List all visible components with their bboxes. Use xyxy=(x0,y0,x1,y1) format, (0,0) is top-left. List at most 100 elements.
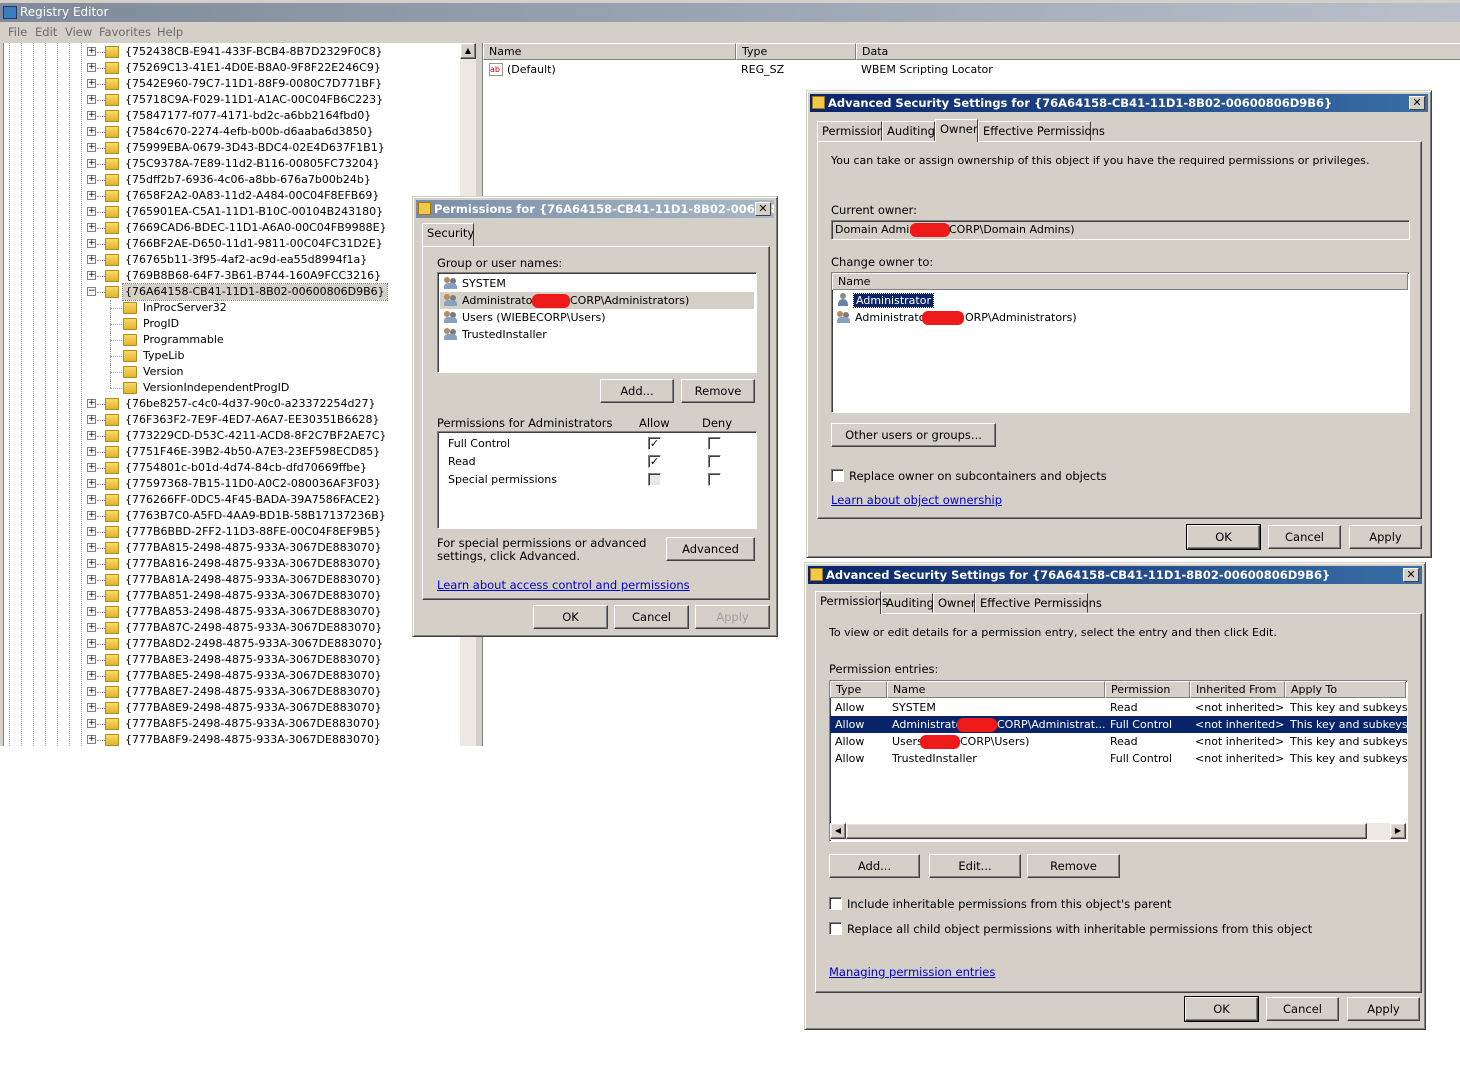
tab-permissions[interactable]: Permissions xyxy=(817,121,890,141)
owner-candidate[interactable]: Administrators ORP\Administrators) xyxy=(837,310,1397,326)
expand-icon[interactable]: + xyxy=(87,127,96,136)
tree-item[interactable]: + {773229CD-D53C-4211-ACD8-8F2C7BF2AE7C} xyxy=(4,428,454,444)
expand-icon[interactable]: + xyxy=(87,687,96,696)
owner-title-bar[interactable]: Advanced Security Settings for {76A64158… xyxy=(810,94,1428,112)
learn-access-control-link[interactable]: Learn about access control and permissio… xyxy=(437,578,690,592)
add-button[interactable]: Add... xyxy=(600,379,674,403)
deny-checkbox[interactable] xyxy=(708,437,721,450)
tab-permissions[interactable]: Permissions xyxy=(815,591,888,614)
deny-checkbox[interactable] xyxy=(708,455,721,468)
expand-icon[interactable]: + xyxy=(87,655,96,664)
allow-checkbox[interactable]: ✓ xyxy=(648,455,661,468)
expand-icon[interactable]: + xyxy=(87,463,96,472)
tab-auditing[interactable]: Auditing xyxy=(882,121,935,141)
replace-owner-checkbox[interactable] xyxy=(831,469,844,482)
tree-item[interactable]: + {7542E960-79C7-11D1-88F9-0080C7D771BF} xyxy=(4,76,454,92)
apply-button[interactable]: Apply xyxy=(695,605,770,629)
tree-item[interactable]: + {777BA851-2498-4875-933A-3067DE883070} xyxy=(4,588,454,604)
expand-icon[interactable]: + xyxy=(87,543,96,552)
expand-icon[interactable]: + xyxy=(87,111,96,120)
expand-icon[interactable]: + xyxy=(87,639,96,648)
col-permission[interactable]: Permission xyxy=(1105,681,1190,698)
expand-icon[interactable]: + xyxy=(87,175,96,184)
tree-item[interactable]: + {75269C13-41E1-4D0E-B8A0-9F8F22E246C9} xyxy=(4,60,454,76)
include-inheritable-checkbox[interactable] xyxy=(829,897,842,910)
col-name[interactable]: Name xyxy=(887,681,1105,698)
expand-icon[interactable]: + xyxy=(87,63,96,72)
allow-checkbox[interactable] xyxy=(648,473,661,486)
permissions-title-bar[interactable]: Permissions for {76A64158-CB41-11D1-8B02… xyxy=(416,200,774,218)
tree-item[interactable]: + {777BA81A-2498-4875-933A-3067DE883070} xyxy=(4,572,454,588)
tree-item[interactable]: + {777BA8E7-2498-4875-933A-3067DE883070} xyxy=(4,684,454,700)
tree-item[interactable]: + {766BF2AE-D650-11d1-9811-00C04FC31D2E} xyxy=(4,236,454,252)
expand-icon[interactable]: + xyxy=(87,79,96,88)
tree-item[interactable]: + {75C9378A-7E89-11d2-B116-00805FC73204} xyxy=(4,156,454,172)
tree-item[interactable]: + {75999EBA-0679-3D43-BDC4-02E4D637F1B1} xyxy=(4,140,454,156)
tree-item[interactable]: + {7658F2A2-0A83-11d2-A484-00C04F8EFB69} xyxy=(4,188,454,204)
expand-icon[interactable]: + xyxy=(87,399,96,408)
tree-item[interactable]: + {777BA8E9-2498-4875-933A-3067DE883070} xyxy=(4,700,454,716)
remove-button[interactable]: Remove xyxy=(1027,854,1120,878)
add-button[interactable]: Add... xyxy=(829,854,920,878)
expand-icon[interactable]: + xyxy=(87,95,96,104)
apply-button[interactable]: Apply xyxy=(1347,997,1420,1021)
expand-icon[interactable]: + xyxy=(87,623,96,632)
expand-icon[interactable]: + xyxy=(87,527,96,536)
name-column-header[interactable]: Name xyxy=(832,273,1408,290)
tree-item[interactable]: + {777BA8F5-2498-4875-933A-3067DE883070} xyxy=(4,716,454,732)
ok-button[interactable]: OK xyxy=(533,605,608,629)
tree-item[interactable]: VersionIndependentProgID xyxy=(4,380,454,396)
permission-entry-row[interactable]: Allow Users CORP\Users) Read <not inherited>… xyxy=(830,733,1407,750)
deny-checkbox[interactable] xyxy=(708,473,721,486)
tab-security[interactable]: Security xyxy=(422,223,474,246)
ok-button[interactable]: OK xyxy=(1184,996,1259,1022)
scroll-thumb[interactable] xyxy=(846,823,1367,839)
tree-item[interactable]: + {777BA8E3-2498-4875-933A-3067DE883070} xyxy=(4,652,454,668)
column-name-header[interactable]: Name xyxy=(483,43,736,60)
expand-icon[interactable]: + xyxy=(87,591,96,600)
owner-candidate[interactable]: Administrator xyxy=(837,293,934,309)
key-tree-pane[interactable]: + {752438CB-E941-433F-BCB4-8B7D2329F0C8} +… xyxy=(3,43,460,746)
tree-item[interactable]: + {776266FF-0DC5-4F45-BADA-39A7586FACE2} xyxy=(4,492,454,508)
user-list-item[interactable]: Administrators (CORP\Administrators) xyxy=(440,292,754,309)
tree-item[interactable]: + {75847177-f077-4171-bd2c-a6bb2164fbd0} xyxy=(4,108,454,124)
tree-item[interactable]: + {769B8B68-64F7-3B61-B744-160A9FCC3216} xyxy=(4,268,454,284)
tree-item[interactable]: + {765901EA-C5A1-11D1-B10C-00104B243180} xyxy=(4,204,454,220)
tab-effective-permissions[interactable]: Effective Permissions xyxy=(978,121,1105,141)
tree-item[interactable]: + {752438CB-E941-433F-BCB4-8B7D2329F0C8} xyxy=(4,44,454,60)
expand-icon[interactable]: + xyxy=(87,575,96,584)
tree-item[interactable]: + {777BA853-2498-4875-933A-3067DE883070} xyxy=(4,604,454,620)
learn-ownership-link[interactable]: Learn about object ownership xyxy=(831,493,1002,507)
tree-item[interactable]: + {777B6BBD-2FF2-11D3-88FE-00C04F8EF9B5} xyxy=(4,524,454,540)
expand-icon[interactable]: + xyxy=(87,479,96,488)
permission-entries-table[interactable]: Type Name Permission Inherited From Appl… xyxy=(829,680,1408,842)
col-apply-to[interactable]: Apply To xyxy=(1285,681,1406,698)
expand-icon[interactable]: + xyxy=(87,47,96,56)
scroll-left-button[interactable]: ◀ xyxy=(830,823,846,839)
tree-item[interactable]: + {777BA8E5-2498-4875-933A-3067DE883070} xyxy=(4,668,454,684)
expand-icon[interactable]: + xyxy=(87,207,96,216)
tree-item[interactable]: + {76765b11-3f95-4af2-ac9d-ea55d8994f1a} xyxy=(4,252,454,268)
remove-button[interactable]: Remove xyxy=(681,379,755,403)
tab-owner[interactable]: Owner xyxy=(933,593,976,613)
tree-item[interactable]: + {777BA8D2-2498-4875-933A-3067DE883070} xyxy=(4,636,454,652)
managing-entries-link[interactable]: Managing permission entries xyxy=(829,965,995,979)
registry-title-bar[interactable]: Registry Editor xyxy=(0,3,1460,22)
tree-item[interactable]: Programmable xyxy=(4,332,454,348)
expand-icon[interactable]: + xyxy=(87,143,96,152)
expand-icon[interactable]: + xyxy=(87,671,96,680)
apply-button[interactable]: Apply xyxy=(1349,525,1422,549)
menu-view[interactable]: View xyxy=(65,23,92,42)
tree-item[interactable]: + {777BA815-2498-4875-933A-3067DE883070} xyxy=(4,540,454,556)
tree-item[interactable]: + {7584c670-2274-4efb-b00b-d6aaba6d3850} xyxy=(4,124,454,140)
permission-entry-row[interactable]: Allow TrustedInstaller Full Control <not in… xyxy=(830,750,1407,767)
expand-icon[interactable]: + xyxy=(87,431,96,440)
other-users-button[interactable]: Other users or groups... xyxy=(831,423,996,447)
tree-item[interactable]: + {7669CAD6-BDEC-11D1-A6A0-00C04FB9988E} xyxy=(4,220,454,236)
expand-icon[interactable]: + xyxy=(87,415,96,424)
advanced-button[interactable]: Advanced xyxy=(666,537,755,561)
replace-child-checkbox[interactable] xyxy=(829,922,842,935)
col-inherited-from[interactable]: Inherited From xyxy=(1190,681,1285,698)
expand-icon[interactable]: + xyxy=(87,559,96,568)
tree-item[interactable]: + {77597368-7B15-11D0-A0C2-080036AF3F03} xyxy=(4,476,454,492)
